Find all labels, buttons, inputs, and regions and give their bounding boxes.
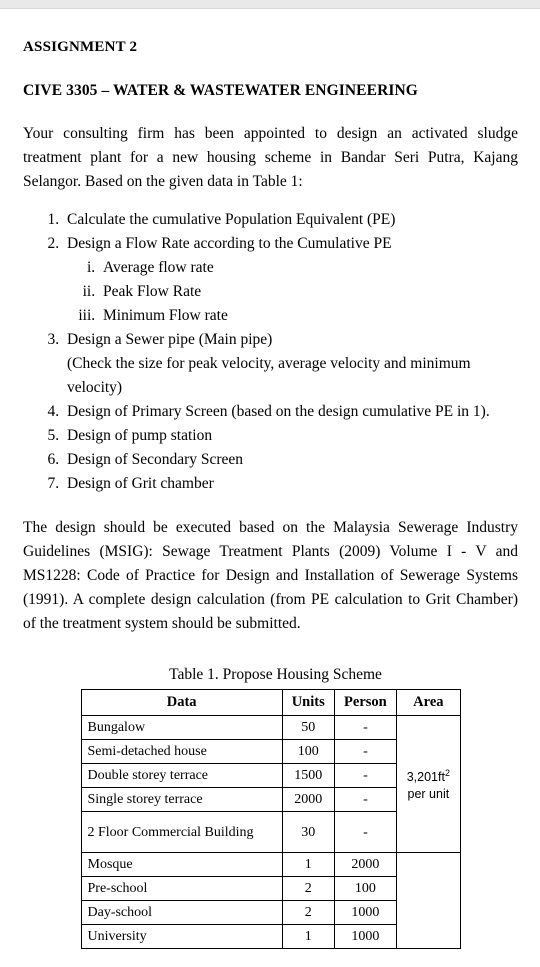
document-page: ASSIGNMENT 2 CIVE 3305 – WATER & WASTEWA… [0,9,540,949]
cell-units: 1 [281,852,335,877]
cell-units: 1500 [281,763,335,788]
cell-person: - [333,739,398,764]
cell-data: Bungalow [80,715,283,740]
flow-subitem-list: Average flow rate Peak Flow Rate Minimum… [67,256,518,328]
cell-units: 30 [281,811,335,853]
course-heading: CIVE 3305 – WATER & WASTEWATER ENGINEERI… [23,82,418,99]
table-row: Bungalow 50 - 3,201ft2 per unit [80,715,461,853]
column-header-person: Person [333,689,398,716]
cell-area-merged: 3,201ft2 per unit [396,715,461,853]
cell-units: 50 [281,715,335,740]
cell-person: 1000 [333,900,398,925]
list-item: Peak Flow Rate [99,280,518,304]
cell-units: 2 [281,876,335,901]
flow-subitem-1: Average flow rate [103,259,214,276]
window-top-strip [0,0,540,9]
list-item: Minimum Flow rate [99,304,518,328]
cell-units: 100 [281,739,335,764]
cell-person: - [333,811,398,853]
flow-subitem-3: Minimum Flow rate [103,307,228,324]
cell-data: Day-school [80,900,283,925]
task-3-label: Design a Sewer pipe (Main pipe) [67,331,273,348]
column-header-units: Units [281,689,335,716]
area-unit-superscript: 2 [444,767,450,778]
closing-paragraph: The design should be executed based on t… [23,519,518,632]
list-item: Design of pump station [63,424,518,448]
list-item: Design a Flow Rate according to the Cumu… [63,232,518,328]
cell-person: 100 [333,876,398,901]
task-6-label: Design of Secondary Screen [67,451,244,468]
sewer-velocity-note: (Check the size for peak velocity, avera… [67,355,471,396]
cell-data: Semi-detached house [80,739,283,764]
task-4-label: Design of Primary Screen (based on the d… [67,403,490,420]
intro-paragraph: Your consulting firm has been appointed … [23,125,518,190]
task-7-label: Design of Grit chamber [67,475,214,492]
housing-scheme-table: Data Units Person Area Bungalow 50 - 3,2… [80,689,461,949]
task-list: Calculate the cumulative Population Equi… [23,208,518,496]
task-5-label: Design of pump station [67,427,213,444]
flow-subitem-2: Peak Flow Rate [103,283,202,300]
cell-data: Pre-school [80,876,283,901]
list-item: Average flow rate [99,256,518,280]
area-value: 3,201ft [406,770,445,785]
list-item: Calculate the cumulative Population Equi… [63,208,518,232]
list-item: Design a Sewer pipe (Main pipe) (Check t… [63,328,518,400]
cell-units: 2 [281,900,335,925]
cell-data: Mosque [80,852,283,877]
list-item: Design of Primary Screen (based on the d… [63,400,518,424]
area-per-unit-label: per unit [407,787,450,802]
cell-data: University [80,924,283,949]
cell-person: - [333,763,398,788]
table-caption: Table 1. Propose Housing Scheme [169,666,382,683]
page-title: ASSIGNMENT 2 [23,39,138,55]
table-header-row: Data Units Person Area [80,689,461,716]
cell-units: 2000 [281,787,335,812]
column-header-data: Data [80,689,283,716]
table-row: Mosque 1 2000 [80,852,461,949]
cell-person: - [333,787,398,812]
list-item: Design of Secondary Screen [63,448,518,472]
column-header-area: Area [396,689,461,716]
cell-data: Double storey terrace [80,763,283,788]
cell-person: 1000 [333,924,398,949]
cell-data: Single storey terrace [80,787,283,812]
cell-area-empty [396,852,461,949]
cell-units: 1 [281,924,335,949]
task-1-label: Calculate the cumulative Population Equi… [67,211,396,228]
cell-person: 2000 [333,852,398,877]
task-2-label: Design a Flow Rate according to the Cumu… [67,235,392,252]
cell-data: 2 Floor Commercial Building [80,811,283,853]
cell-person: - [333,715,398,740]
list-item: Design of Grit chamber [63,472,518,496]
